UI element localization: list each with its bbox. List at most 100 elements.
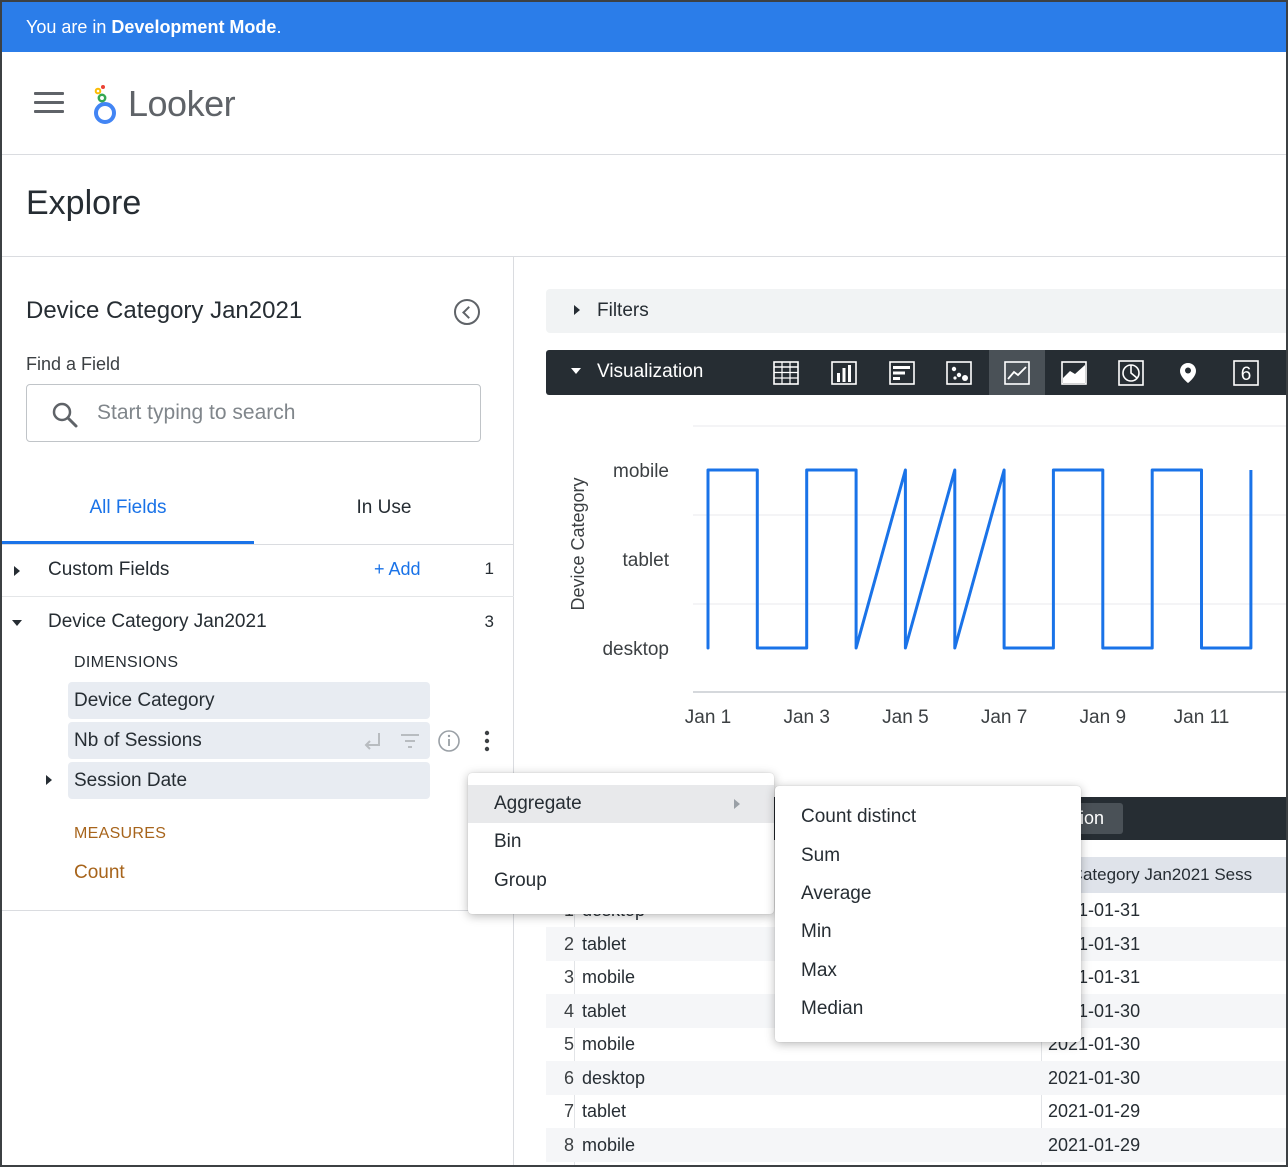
- info-icon[interactable]: [437, 729, 461, 753]
- brand-name: Looker: [128, 83, 236, 124]
- expand-caret-icon[interactable]: [574, 305, 580, 315]
- collapse-caret-icon[interactable]: [12, 620, 22, 626]
- row-number: 3: [563, 967, 574, 987]
- cell-device: mobile: [582, 1034, 636, 1054]
- expand-caret-icon[interactable]: [46, 775, 52, 785]
- menu-item-aggregate[interactable]: Aggregate: [468, 785, 774, 823]
- x-tick-label: Jan 1: [685, 707, 731, 728]
- field-picker-panel: Device Category Jan2021 Find a Field All…: [2, 257, 514, 1165]
- pivot-icon[interactable]: [360, 729, 384, 753]
- search-icon: [52, 402, 78, 428]
- map-pin-icon[interactable]: [1160, 350, 1216, 395]
- cell-device: tablet: [582, 1101, 627, 1121]
- looker-logo-icon: [94, 85, 116, 124]
- custom-fields-label: Custom Fields: [48, 559, 170, 580]
- series-lines: [706, 468, 1253, 650]
- line-chart: Device Category desktop tablet mobile Jan …: [546, 407, 1286, 757]
- single-value-icon[interactable]: 6: [1218, 350, 1274, 395]
- view-field-count: 3: [484, 612, 494, 631]
- banner-suffix: .: [276, 17, 282, 37]
- view-group[interactable]: Device Category Jan2021 3: [2, 597, 514, 649]
- looker-logo[interactable]: Looker: [92, 82, 236, 126]
- pie-chart-icon[interactable]: [1103, 350, 1159, 395]
- row-number: 2: [563, 934, 574, 954]
- measure-count[interactable]: Count: [74, 862, 125, 884]
- explore-name: Device Category Jan2021: [26, 297, 303, 324]
- y-tick-label: mobile: [613, 461, 669, 482]
- chart-svg: Device Category desktop tablet mobile Jan …: [568, 425, 1286, 728]
- menu-item-bin[interactable]: Bin: [468, 823, 774, 861]
- cell-device: desktop: [582, 1068, 646, 1088]
- submenu-item-max[interactable]: Max: [775, 952, 1081, 990]
- area-chart-icon[interactable]: [1046, 350, 1102, 395]
- tab-all-fields[interactable]: All Fields: [2, 487, 254, 544]
- cell-device: tablet: [582, 934, 627, 954]
- submenu-caret-icon: [734, 799, 740, 809]
- aggregate-submenu: Count distinct Sum Average Min Max Media…: [775, 786, 1081, 1042]
- cell-date: 2021-01-29: [1048, 1135, 1141, 1155]
- field-context-menu: Aggregate Bin Group: [468, 773, 774, 914]
- custom-fields-group[interactable]: Custom Fields + Add 1: [2, 545, 514, 597]
- line-chart-icon[interactable]: [989, 350, 1045, 395]
- add-custom-field-button[interactable]: + Add: [374, 559, 421, 580]
- dimensions-heading: DIMENSIONS: [74, 654, 179, 671]
- more-options-icon[interactable]: [477, 729, 497, 753]
- y-tick-label: desktop: [602, 639, 669, 660]
- dimension-session-date[interactable]: Session Date: [68, 762, 430, 799]
- banner-prefix: You are in: [26, 17, 112, 37]
- menu-item-label: Aggregate: [494, 793, 582, 814]
- y-tick-label: tablet: [623, 550, 670, 571]
- find-field-label: Find a Field: [26, 354, 121, 374]
- cell-date: 2021-01-29: [1048, 1101, 1141, 1121]
- top-navigation: Looker: [2, 52, 1286, 155]
- x-tick-label: Jan 5: [882, 707, 928, 728]
- table-icon[interactable]: [758, 350, 814, 395]
- filter-icon[interactable]: [398, 729, 422, 753]
- x-tick-label: Jan 11: [1174, 707, 1230, 728]
- hamburger-menu-icon[interactable]: [34, 92, 64, 114]
- menu-item-group[interactable]: Group: [468, 862, 774, 900]
- collapse-panel-icon[interactable]: [454, 299, 480, 325]
- custom-fields-count: 1: [484, 559, 494, 578]
- divider: [2, 910, 514, 911]
- x-tick-label: Jan 3: [783, 707, 829, 728]
- submenu-item-count-distinct[interactable]: Count distinct: [775, 798, 1081, 836]
- filters-section[interactable]: Filters: [546, 289, 1286, 333]
- visualization-label[interactable]: Visualization: [597, 361, 703, 383]
- scatter-icon[interactable]: [931, 350, 987, 395]
- row-number: 6: [563, 1068, 574, 1088]
- row-number: 4: [563, 1001, 574, 1021]
- series-line: [706, 468, 1253, 650]
- measures-heading: MEASURES: [74, 825, 167, 842]
- filters-label: Filters: [597, 300, 649, 321]
- column-chart-icon[interactable]: [816, 350, 872, 395]
- tab-in-use[interactable]: In Use: [254, 487, 514, 544]
- submenu-item-average[interactable]: Average: [775, 875, 1081, 913]
- row-number: 7: [563, 1101, 574, 1121]
- expand-caret-icon[interactable]: [14, 566, 20, 576]
- development-mode-banner: You are in Development Mode.: [2, 2, 1286, 52]
- table-row: 7 tablet 2021-01-29: [546, 1094, 1286, 1128]
- row-number: 5: [563, 1034, 574, 1054]
- bar-chart-icon[interactable]: [874, 350, 930, 395]
- x-tick-label: Jan 9: [1080, 707, 1126, 728]
- y-axis-label: Device Category: [568, 477, 588, 610]
- row-number: 8: [563, 1135, 574, 1155]
- page-title: Explore: [26, 184, 142, 222]
- search-input[interactable]: [97, 397, 457, 429]
- chart-grid: [693, 425, 1286, 693]
- submenu-item-sum[interactable]: Sum: [775, 837, 1081, 875]
- dimension-device-category[interactable]: Device Category: [68, 682, 430, 719]
- cell-device: mobile: [582, 967, 636, 987]
- y-axis-ticks: desktop tablet mobile: [602, 461, 669, 660]
- table-row: 8 mobile 2021-01-29: [546, 1128, 1286, 1162]
- view-label: Device Category Jan2021: [48, 611, 267, 632]
- cell-device: tablet: [582, 1001, 627, 1021]
- collapse-caret-icon[interactable]: [571, 368, 581, 374]
- cell-date: 2021-01-30: [1048, 1068, 1141, 1088]
- table-row: 6 desktop 2021-01-30: [546, 1061, 1286, 1095]
- submenu-item-min[interactable]: Min: [775, 913, 1081, 951]
- cell-device: mobile: [582, 1135, 636, 1155]
- submenu-item-median[interactable]: Median: [775, 990, 1081, 1028]
- field-search-box[interactable]: [26, 384, 481, 442]
